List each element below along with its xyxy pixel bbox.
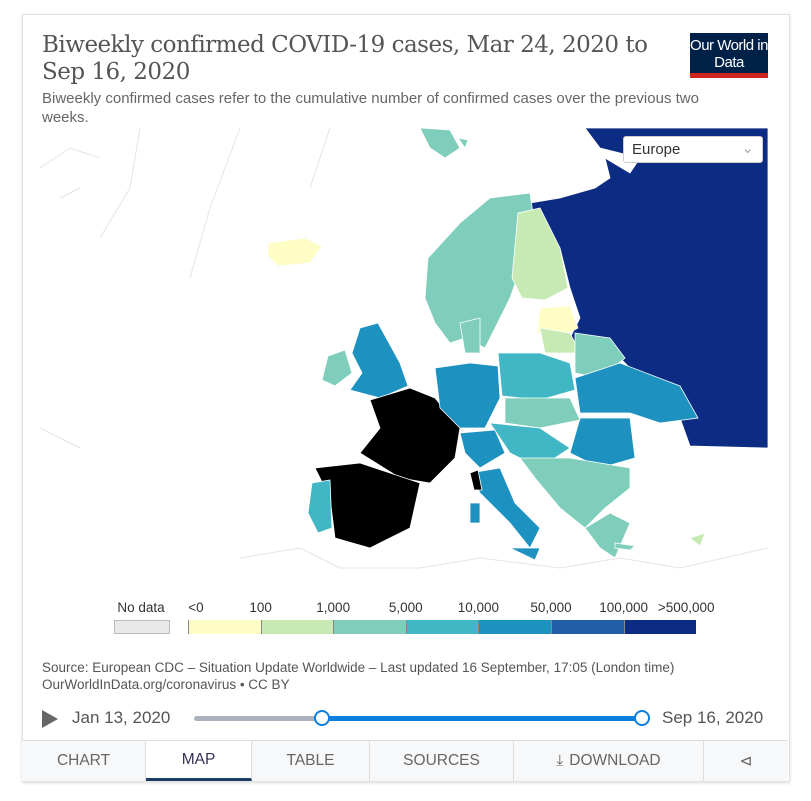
legend-label: 5,000 (388, 600, 423, 615)
legend-no-data-label: No data (117, 600, 165, 615)
timeline: Jan 13, 2020 Sep 16, 2020 (42, 708, 768, 730)
tab-sources[interactable]: SOURCES (370, 741, 514, 781)
chart-subtitle: Biweekly confirmed cases refer to the cu… (42, 90, 699, 126)
download-icon: ⤓ (556, 752, 564, 769)
country-region[interactable] (419, 128, 469, 159)
share-button[interactable]: ⊲ (704, 741, 788, 781)
legend-label: >500,000 (657, 600, 715, 615)
country-region[interactable] (321, 349, 353, 387)
legend-swatch (405, 620, 479, 634)
country-region[interactable] (307, 479, 333, 534)
country-region[interactable] (504, 397, 581, 429)
legend-swatch (188, 620, 261, 634)
tab-bar: CHART MAP TABLE SOURCES ⤓ DOWNLOAD ⊲ (22, 740, 788, 781)
source-note: Source: European CDC – Situation Update … (42, 659, 674, 693)
legend-label: <0 (188, 600, 204, 615)
play-icon[interactable] (42, 710, 58, 728)
region-select-value: Europe (632, 141, 681, 158)
legend-swatch (260, 620, 334, 634)
country-region[interactable] (349, 322, 409, 399)
legend-no-data-swatch (114, 620, 170, 634)
chart-title: Biweekly confirmed COVID-19 cases, Mar 2… (42, 32, 648, 85)
license-link[interactable]: OurWorldInData.org/coronavirus • CC BY (42, 676, 674, 693)
source-text: Source: European CDC – Situation Update … (42, 660, 675, 675)
country-region[interactable] (689, 532, 706, 547)
chevron-down-icon: ⌄ (741, 140, 754, 157)
timeline-start-date: Jan 13, 2020 (72, 708, 171, 727)
owid-logo[interactable]: Our World in Data (690, 33, 768, 78)
legend-swatch (333, 620, 406, 634)
legend-label: 10,000 (457, 600, 500, 615)
legend-label: 50,000 (530, 600, 572, 615)
timeline-end-date: Sep 16, 2020 (662, 708, 764, 727)
choropleth-map (40, 128, 768, 569)
tab-chart[interactable]: CHART (22, 741, 146, 781)
legend-label: 100 (249, 600, 272, 615)
tab-map[interactable]: MAP (146, 741, 252, 781)
share-icon: ⊲ (739, 752, 753, 770)
tab-table[interactable]: TABLE (252, 741, 370, 781)
timeline-end-handle[interactable] (634, 710, 650, 726)
country-region[interactable] (497, 352, 576, 401)
country-region[interactable] (267, 237, 323, 267)
legend-label: 1,000 (316, 600, 351, 615)
legend-swatch (551, 620, 624, 634)
timeline-selected-range (322, 716, 642, 721)
legend-label: 100,000 (599, 600, 648, 615)
country-region[interactable] (459, 317, 481, 354)
legend-swatch (478, 620, 551, 634)
tab-download[interactable]: ⤓ DOWNLOAD (514, 741, 704, 781)
download-label: DOWNLOAD (569, 752, 661, 769)
legend-swatch (623, 620, 697, 634)
logo-text: Our World in Data (690, 37, 768, 71)
timeline-start-handle[interactable] (314, 710, 330, 726)
region-select[interactable]: Europe ⌄ (623, 136, 763, 163)
